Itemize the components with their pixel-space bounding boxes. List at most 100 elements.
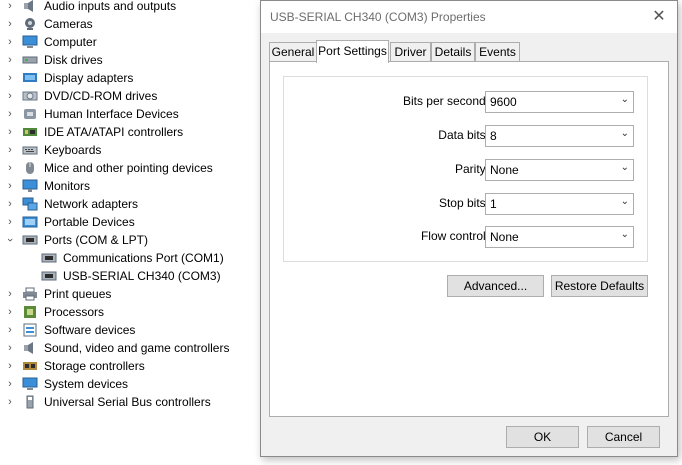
- tree-item-computer[interactable]: › Computer: [0, 33, 258, 51]
- system-device-icon: [22, 377, 38, 390]
- hid-icon: [24, 109, 36, 119]
- chevron-right-icon[interactable]: ›: [4, 105, 16, 123]
- dvd-drive-icon: [22, 91, 38, 101]
- chevron-right-icon[interactable]: ›: [4, 213, 16, 231]
- printer-icon: [23, 287, 37, 301]
- speaker-icon: [24, 0, 33, 12]
- tree-item-audio-inputs[interactable]: › Audio inputs and outputs: [0, 0, 258, 15]
- tree-item-print-queues[interactable]: › Print queues: [0, 285, 258, 303]
- tree-item-mice[interactable]: › Mice and other pointing devices: [0, 159, 258, 177]
- port-settings-panel: Bits per second: 9600 ⌄ Data bits: 8 ⌄ P…: [269, 61, 669, 417]
- tab-events[interactable]: Events: [475, 42, 520, 61]
- field-label: Data bits:: [438, 128, 489, 142]
- chevron-right-icon[interactable]: ›: [4, 375, 16, 393]
- tree-item-system-devices[interactable]: › System devices: [0, 375, 258, 393]
- bits-per-second-select[interactable]: 9600 ⌄: [485, 91, 634, 113]
- chevron-down-icon: ⌄: [620, 94, 629, 105]
- chevron-right-icon[interactable]: ›: [4, 159, 16, 177]
- data-bits-select[interactable]: 8 ⌄: [485, 125, 634, 147]
- tab-port-settings[interactable]: Port Settings: [316, 40, 389, 63]
- tree-item-network-adapters[interactable]: › Network adapters: [0, 195, 258, 213]
- tab-general[interactable]: General: [269, 42, 317, 61]
- tree-item-keyboards[interactable]: › Keyboards: [0, 141, 258, 159]
- keyboard-icon: [22, 146, 38, 155]
- tree-item-software-devices[interactable]: › Software devices: [0, 321, 258, 339]
- port-icon: [22, 235, 38, 245]
- chevron-right-icon[interactable]: ›: [4, 15, 16, 33]
- chevron-right-icon[interactable]: ›: [4, 0, 16, 15]
- chevron-down-icon[interactable]: ›: [1, 234, 19, 246]
- tree-item-com1[interactable]: Communications Port (COM1): [0, 249, 258, 267]
- tree-item-portable-devices[interactable]: › Portable Devices: [0, 213, 258, 231]
- chevron-right-icon[interactable]: ›: [4, 141, 16, 159]
- chevron-right-icon[interactable]: ›: [4, 285, 16, 303]
- chevron-down-icon: ⌄: [620, 196, 629, 207]
- camera-icon: [25, 18, 35, 30]
- dialog-title: USB-SERIAL CH340 (COM3) Properties: [270, 10, 486, 24]
- parity-select[interactable]: None ⌄: [485, 159, 634, 181]
- tree-item-cameras[interactable]: › Cameras: [0, 15, 258, 33]
- dialog-titlebar[interactable]: USB-SERIAL CH340 (COM3) Properties ✕: [261, 1, 677, 33]
- field-label: Parity:: [454, 162, 489, 176]
- tree-item-dvd-drives[interactable]: › DVD/CD-ROM drives: [0, 87, 258, 105]
- software-device-icon: [23, 323, 37, 337]
- chevron-right-icon[interactable]: ›: [4, 33, 16, 51]
- network-adapter-icon: [22, 197, 38, 211]
- chevron-right-icon[interactable]: ›: [4, 303, 16, 321]
- port-icon: [41, 253, 57, 263]
- tree-item-usb-controllers[interactable]: › Universal Serial Bus controllers: [0, 393, 258, 411]
- tab-details[interactable]: Details: [431, 42, 475, 61]
- ide-controller-icon: [23, 128, 37, 136]
- settings-group: Bits per second: 9600 ⌄ Data bits: 8 ⌄ P…: [283, 76, 648, 262]
- tree-item-hid[interactable]: › Human Interface Devices: [0, 105, 258, 123]
- tree-item-display-adapters[interactable]: › Display adapters: [0, 69, 258, 87]
- tree-item-ch340-com3[interactable]: USB-SERIAL CH340 (COM3): [0, 267, 258, 285]
- chevron-down-icon: ⌄: [620, 229, 629, 240]
- tree-item-ports[interactable]: › Ports (COM & LPT): [0, 231, 258, 249]
- processor-icon: [24, 306, 36, 318]
- chevron-right-icon[interactable]: ›: [4, 321, 16, 339]
- chevron-right-icon[interactable]: ›: [4, 87, 16, 105]
- field-label: Stop bits:: [438, 196, 489, 210]
- usb-icon: [26, 395, 34, 409]
- monitor-icon: [22, 179, 38, 192]
- advanced-button[interactable]: Advanced...: [447, 275, 544, 297]
- properties-dialog: USB-SERIAL CH340 (COM3) Properties ✕ Gen…: [260, 0, 678, 457]
- flow-control-select[interactable]: None ⌄: [485, 226, 634, 248]
- field-label: Flow control:: [420, 229, 489, 243]
- tab-driver[interactable]: Driver: [390, 42, 431, 61]
- tree-item-storage-controllers[interactable]: › Storage controllers: [0, 357, 258, 375]
- chevron-right-icon[interactable]: ›: [4, 393, 16, 411]
- field-bits-per-second: Bits per second: 9600 ⌄: [284, 91, 649, 113]
- storage-controller-icon: [23, 362, 37, 370]
- mouse-icon: [26, 162, 34, 174]
- chevron-right-icon[interactable]: ›: [4, 195, 16, 213]
- tree-item-processors[interactable]: › Processors: [0, 303, 258, 321]
- display-adapter-icon: [23, 73, 37, 82]
- tree-item-sound-controllers[interactable]: › Sound, video and game controllers: [0, 339, 258, 357]
- tree-item-disk-drives[interactable]: › Disk drives: [0, 51, 258, 69]
- field-parity: Parity: None ⌄: [284, 159, 649, 181]
- ok-button[interactable]: OK: [506, 426, 579, 448]
- chevron-right-icon[interactable]: ›: [4, 69, 16, 87]
- stop-bits-select[interactable]: 1 ⌄: [485, 193, 634, 215]
- chevron-right-icon[interactable]: ›: [4, 357, 16, 375]
- chevron-down-icon: ⌄: [620, 128, 629, 139]
- restore-defaults-button[interactable]: Restore Defaults: [551, 275, 648, 297]
- tree-item-ide-controllers[interactable]: › IDE ATA/ATAPI controllers: [0, 123, 258, 141]
- chevron-right-icon[interactable]: ›: [4, 123, 16, 141]
- device-tree: › Audio inputs and outputs › Cameras › C…: [0, 0, 258, 411]
- cancel-button[interactable]: Cancel: [587, 426, 660, 448]
- computer-icon: [22, 35, 38, 48]
- portable-device-icon: [22, 216, 38, 228]
- field-flow-control: Flow control: None ⌄: [284, 226, 649, 248]
- disk-drive-icon: [22, 56, 38, 64]
- chevron-right-icon[interactable]: ›: [4, 177, 16, 195]
- field-stop-bits: Stop bits: 1 ⌄: [284, 193, 649, 215]
- chevron-down-icon: ⌄: [620, 162, 629, 173]
- chevron-right-icon[interactable]: ›: [4, 51, 16, 69]
- tree-item-monitors[interactable]: › Monitors: [0, 177, 258, 195]
- close-icon[interactable]: ✕: [649, 7, 669, 27]
- chevron-right-icon[interactable]: ›: [4, 339, 16, 357]
- sound-icon: [24, 342, 33, 354]
